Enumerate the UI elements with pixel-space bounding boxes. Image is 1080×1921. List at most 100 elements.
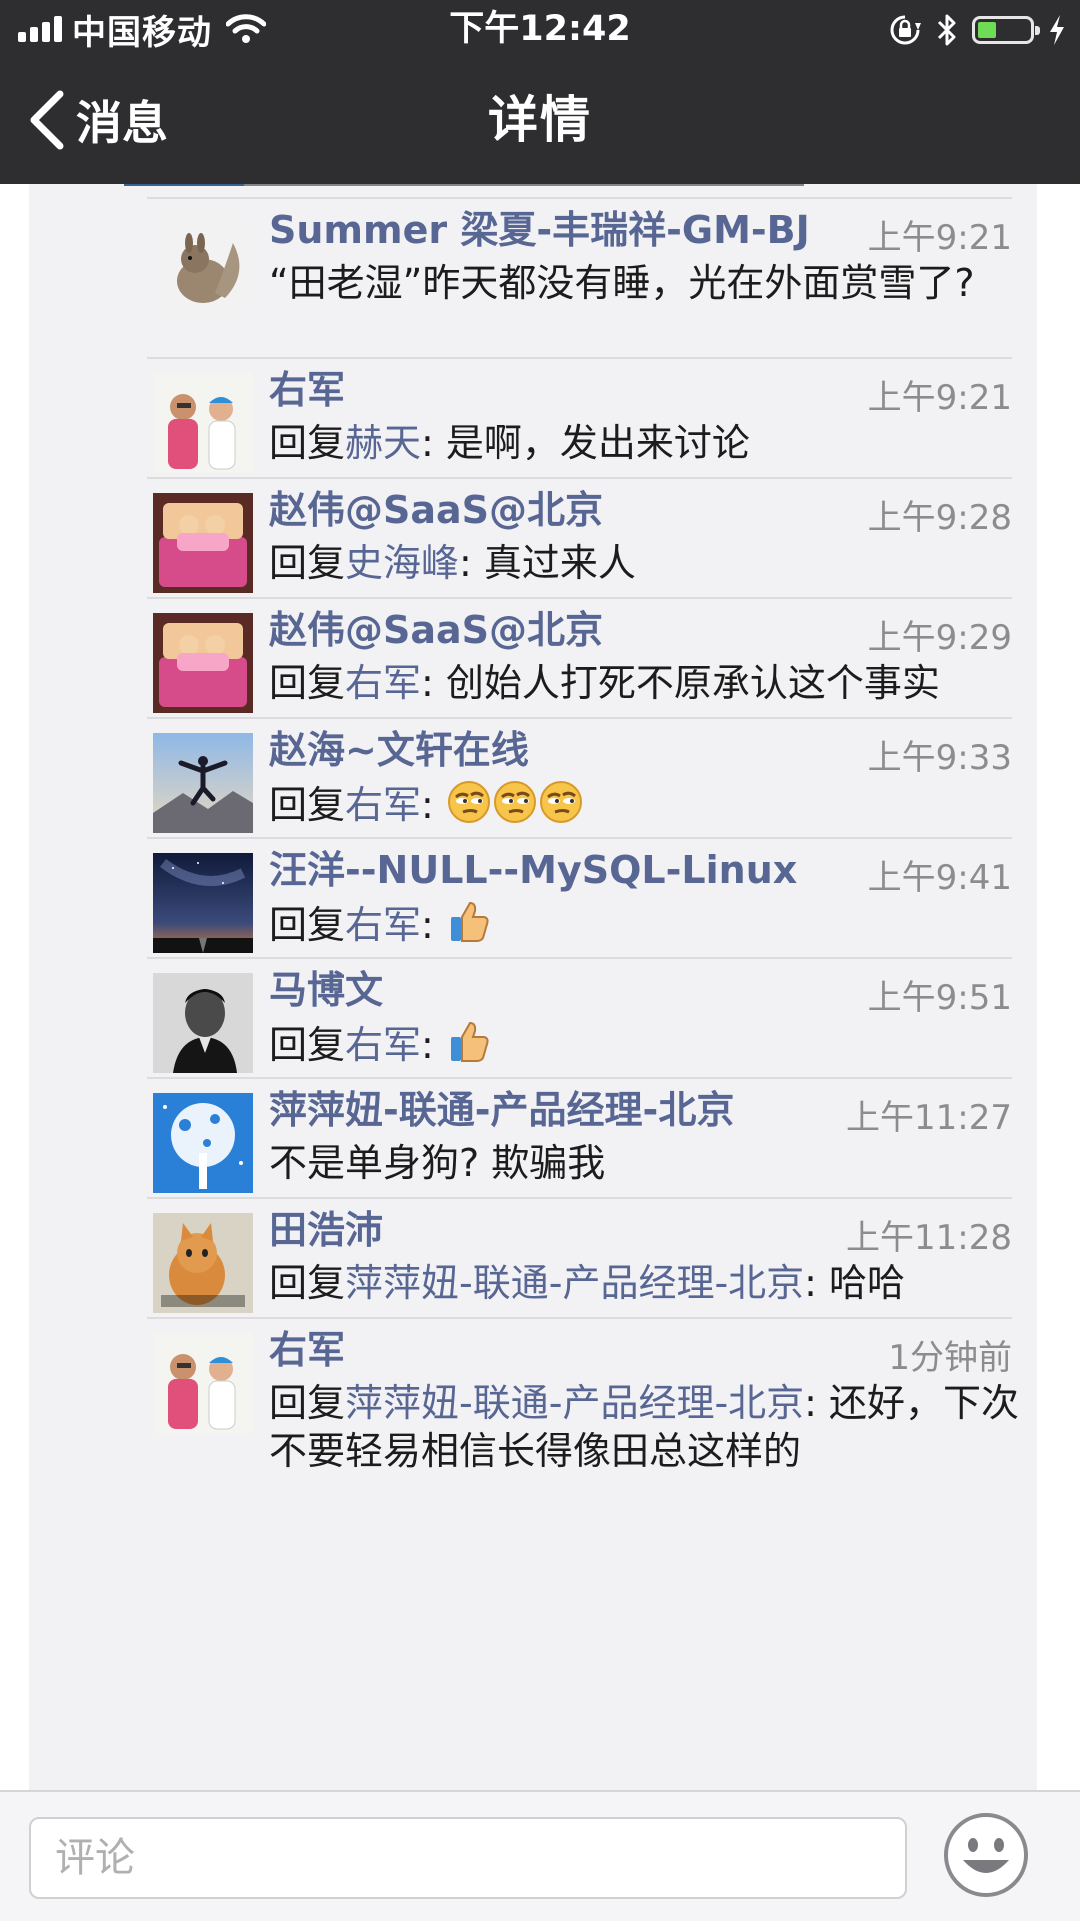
reply-prefix: 回复 <box>269 1381 346 1425</box>
reply-prefix: 回复 <box>269 1023 346 1067</box>
nav-bar: 消息 详情 <box>0 58 1080 184</box>
reply-separator: : <box>421 903 446 947</box>
reply-prefix: 回复 <box>269 783 346 827</box>
comment-body: 回复赫天: 是啊，发出来讨论 <box>269 419 1025 467</box>
reply-prefix: 回复 <box>269 421 346 465</box>
comment-list-area[interactable]: Summer 梁夏-丰瑞祥-GM-BJ 上午9:21 “田老湿”昨天都没有睡，光在外… <box>0 184 1080 1790</box>
portrait-bw-avatar[interactable] <box>153 973 253 1073</box>
commenter-name[interactable]: 赵海~文轩在线 <box>269 727 529 773</box>
reply-target-link[interactable]: 右军 <box>345 661 421 705</box>
commenter-name[interactable]: 汪洋--NULL--MySQL-Linux <box>269 847 797 893</box>
page-title: 详情 <box>488 91 592 149</box>
comment-row[interactable]: 马博文 上午9:51 回复右军: <box>147 957 1037 1077</box>
previous-row-fragment <box>124 184 244 186</box>
comment-time: 上午9:29 <box>867 618 1012 658</box>
thumbs-up-emoji <box>446 1019 492 1076</box>
jumping-man-avatar[interactable] <box>153 733 253 833</box>
reply-separator: : <box>421 661 446 705</box>
comment-body: 回复右军: <box>269 779 1025 836</box>
comment-body: 回复右军: 创始人打死不原承认这个事实 <box>269 659 1025 707</box>
comment-text: 不是单身狗? 欺骗我 <box>269 1141 606 1185</box>
commenter-name[interactable]: 右军 <box>269 1327 345 1373</box>
emoji-button-icon[interactable] <box>943 1812 1029 1898</box>
reply-target-link[interactable]: 史海峰 <box>345 541 459 585</box>
battery-icon <box>972 16 1040 44</box>
thumbs-up-emoji <box>446 899 492 956</box>
reply-separator: : <box>421 421 446 465</box>
comment-time: 上午9:51 <box>867 978 1012 1018</box>
reply-target-link[interactable]: 右军 <box>345 1023 421 1067</box>
reply-separator: : <box>804 1381 830 1425</box>
commenter-name[interactable]: 右军 <box>269 367 345 413</box>
comment-body: 不是单身狗? 欺骗我 <box>269 1139 1025 1187</box>
reply-prefix: 回复 <box>269 541 346 585</box>
cartoon-bed-avatar[interactable] <box>153 613 253 713</box>
status-right <box>888 8 1066 52</box>
reply-target-link[interactable]: 右军 <box>345 903 421 947</box>
reply-target-link[interactable]: 萍萍妞-联通-产品经理-北京 <box>345 1261 804 1305</box>
comment-body: 回复右军: <box>269 1019 1025 1076</box>
commenter-name[interactable]: 赵伟@SaaS@北京 <box>269 487 603 533</box>
comment-row[interactable]: 汪洋--NULL--MySQL-Linux 上午9:41 回复右军: <box>147 837 1037 957</box>
comment-row[interactable]: 田浩沛 上午11:28 回复萍萍妞-联通-产品经理-北京: 哈哈 <box>147 1197 1037 1317</box>
comment-text: 是啊，发出来讨论 <box>445 421 750 465</box>
commenter-name[interactable]: 田浩沛 <box>269 1207 383 1253</box>
comment-panel: Summer 梁夏-丰瑞祥-GM-BJ 上午9:21 “田老湿”昨天都没有睡，光在外… <box>29 184 1037 1790</box>
reply-prefix: 回复 <box>269 903 346 947</box>
reply-target-link[interactable]: 赫天 <box>345 421 421 465</box>
reply-prefix: 回复 <box>269 661 346 705</box>
comment-row[interactable]: 右军 1分钟前 回复萍萍妞-联通-产品经理-北京: 还好，下次不要轻易相信长得像田总… <box>147 1317 1037 1477</box>
reply-separator: : <box>421 783 446 827</box>
charging-bolt-icon <box>1050 15 1064 45</box>
reply-target-link[interactable]: 右军 <box>345 783 421 827</box>
commenter-name[interactable]: Summer 梁夏-丰瑞祥-GM-BJ <box>269 207 810 253</box>
comment-time: 上午9:41 <box>867 858 1012 898</box>
reply-target-link[interactable]: 萍萍妞-联通-产品经理-北京 <box>345 1381 804 1425</box>
commenter-name[interactable]: 马博文 <box>269 967 383 1013</box>
comment-body: 回复右军: <box>269 899 1025 956</box>
bluetooth-icon <box>937 14 956 46</box>
comment-row[interactable]: 赵伟@SaaS@北京 上午9:28 回复史海峰: 真过来人 <box>147 477 1037 597</box>
comment-text: “田老湿”昨天都没有睡，光在外面赏雪了? <box>269 261 975 305</box>
commenter-name[interactable]: 赵伟@SaaS@北京 <box>269 607 603 653</box>
comment-body: “田老湿”昨天都没有睡，光在外面赏雪了? <box>269 259 1025 307</box>
comment-text: 哈哈 <box>829 1261 906 1305</box>
comment-text: 创始人打死不原承认这个事实 <box>445 661 940 705</box>
rotation-lock-icon <box>890 15 921 45</box>
reply-separator: : <box>421 1023 446 1067</box>
reply-separator: : <box>459 541 484 585</box>
thinking-face-emoji <box>492 779 538 836</box>
comment-body: 回复萍萍妞-联通-产品经理-北京: 还好，下次不要轻易相信长得像田总这样的 <box>269 1379 1025 1475</box>
snow-tree-avatar[interactable] <box>153 1093 253 1193</box>
comment-row[interactable]: Summer 梁夏-丰瑞祥-GM-BJ 上午9:21 “田老湿”昨天都没有睡，光在外… <box>147 197 1037 357</box>
squirrel-avatar[interactable] <box>153 213 253 313</box>
comment-time: 上午11:27 <box>846 1098 1012 1138</box>
night-sky-avatar[interactable] <box>153 853 253 953</box>
status-bar: 中国移动 下午12:42 <box>0 0 1080 58</box>
cartoon-bed-avatar[interactable] <box>153 493 253 593</box>
comment-time: 上午9:21 <box>867 218 1012 258</box>
comment-body: 回复史海峰: 真过来人 <box>269 539 1025 587</box>
comment-row[interactable]: 赵海~文轩在线 上午9:33 回复右军: <box>147 717 1037 837</box>
comment-row[interactable]: 右军 上午9:21 回复赫天: 是啊，发出来讨论 <box>147 357 1037 477</box>
comment-time: 1分钟前 <box>888 1338 1012 1378</box>
comment-input[interactable] <box>29 1817 907 1899</box>
comment-body: 回复萍萍妞-联通-产品经理-北京: 哈哈 <box>269 1259 1025 1307</box>
comment-time: 上午11:28 <box>846 1218 1012 1258</box>
reply-separator: : <box>804 1261 830 1305</box>
comment-row[interactable]: 萍萍妞-联通-产品经理-北京 上午11:27 不是单身狗? 欺骗我 <box>147 1077 1037 1197</box>
reply-prefix: 回复 <box>269 1261 346 1305</box>
thinking-face-emoji <box>446 779 492 836</box>
comment-row[interactable]: 赵伟@SaaS@北京 上午9:29 回复右军: 创始人打死不原承认这个事实 <box>147 597 1037 717</box>
comment-text: 真过来人 <box>483 541 636 585</box>
thinking-face-emoji <box>538 779 584 836</box>
comment-time: 上午9:33 <box>867 738 1012 778</box>
comment-bar <box>0 1790 1080 1921</box>
commenter-name[interactable]: 萍萍妞-联通-产品经理-北京 <box>269 1087 734 1133</box>
kids-avatar[interactable] <box>153 373 253 473</box>
cat-avatar[interactable] <box>153 1213 253 1313</box>
previous-row-text-fragment <box>244 184 804 186</box>
kids-avatar[interactable] <box>153 1333 253 1433</box>
comment-time: 上午9:21 <box>867 378 1012 418</box>
comment-time: 上午9:28 <box>867 498 1012 538</box>
